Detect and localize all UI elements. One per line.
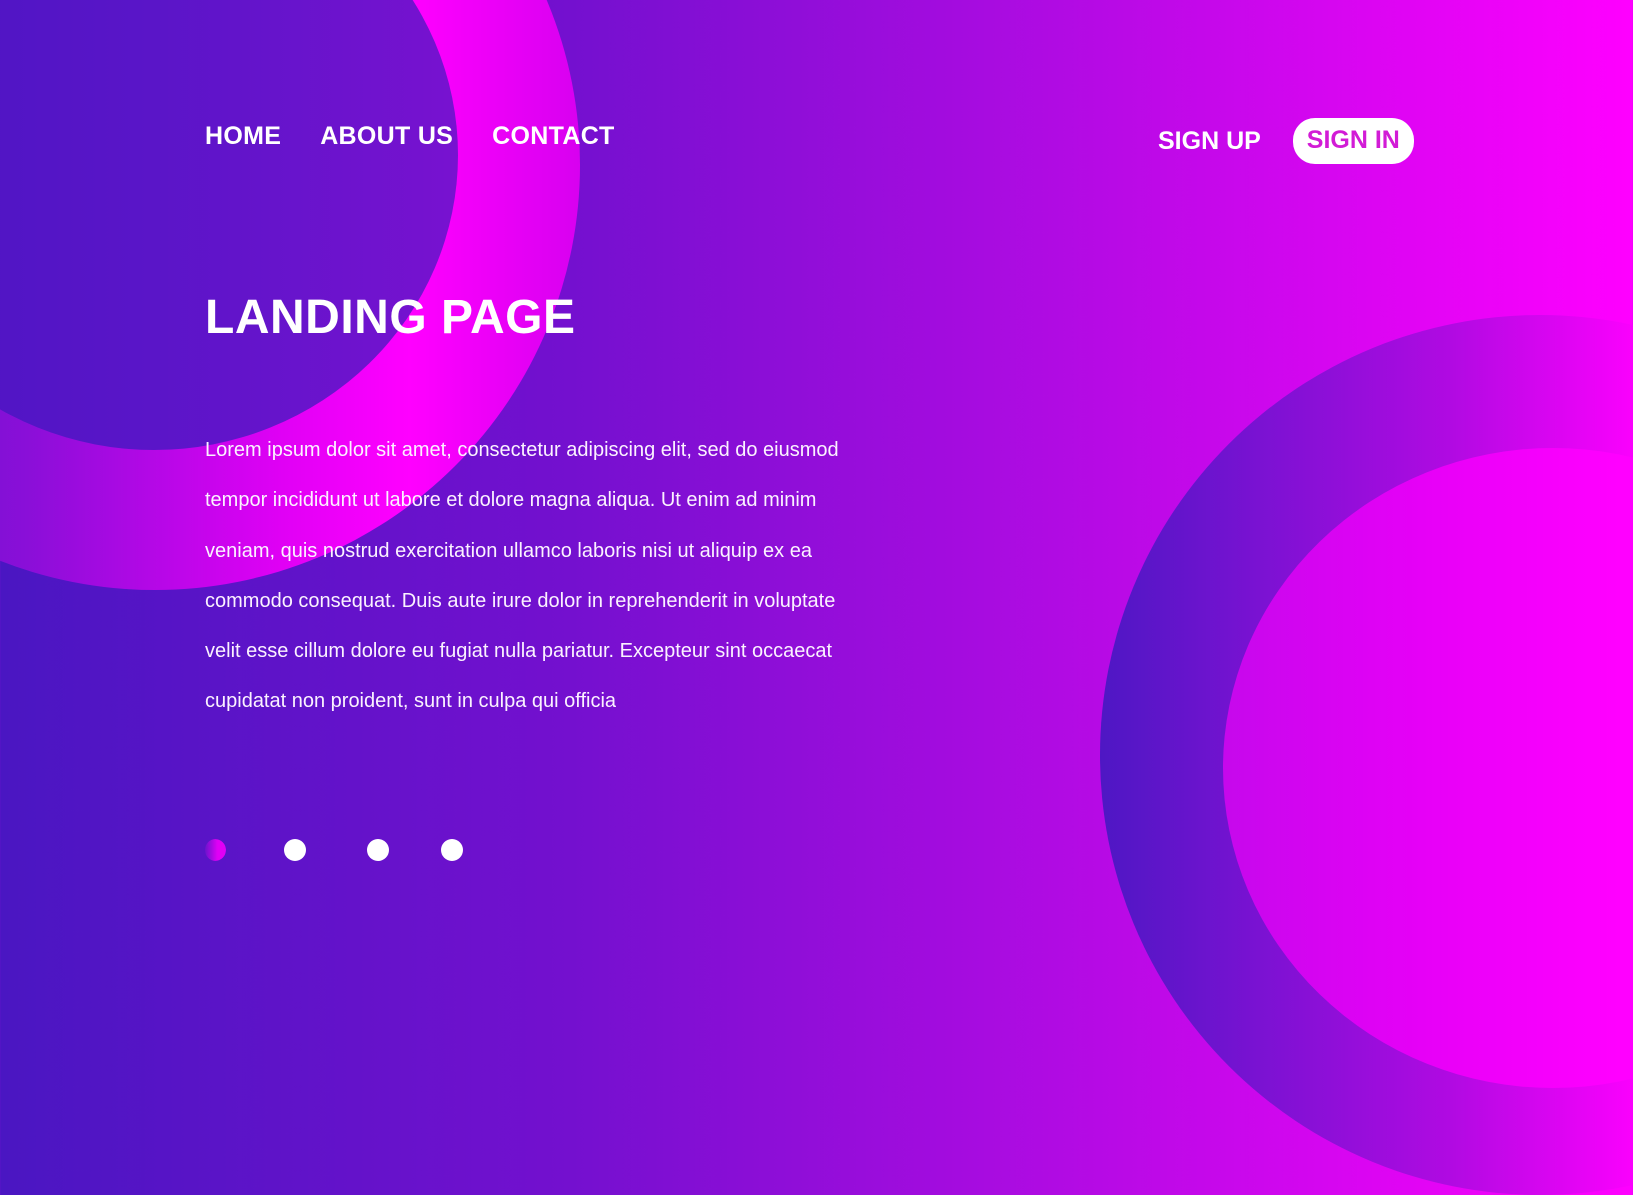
- nav-contact[interactable]: CONTACT: [492, 122, 614, 151]
- sign-in-button[interactable]: SIGN IN: [1292, 118, 1414, 164]
- carousel-dot[interactable]: [284, 839, 306, 861]
- nav-about-us[interactable]: ABOUT US: [320, 122, 453, 151]
- hero-description-line: commodo consequat. Duis aute irure dolor…: [205, 589, 836, 612]
- nav-home[interactable]: HOME: [205, 122, 281, 151]
- sign-up-link[interactable]: SIGN UP: [1158, 127, 1261, 156]
- hero-description-line: tempor incididunt ut labore et dolore ma…: [205, 489, 817, 512]
- page-title: LANDING PAGE: [205, 291, 576, 344]
- auth-actions: SIGN UP SIGN IN: [1158, 118, 1414, 164]
- hero-description-line: velit esse cillum dolore eu fugiat nulla…: [205, 640, 833, 663]
- carousel-dot-active[interactable]: [205, 839, 226, 861]
- hero-description-line: veniam, quis nostrud exercitation ullamc…: [205, 539, 812, 562]
- hero-description-line: Lorem ipsum dolor sit amet, consectetur …: [205, 439, 839, 461]
- carousel-dot[interactable]: [441, 839, 463, 861]
- main-nav: HOME ABOUT US CONTACT: [205, 122, 615, 151]
- hero-description-line: cupidatat non proident, sunt in culpa qu…: [205, 690, 617, 713]
- carousel-dot[interactable]: [367, 839, 389, 861]
- hero-description: Lorem ipsum dolor sit amet, consectetur …: [205, 425, 925, 727]
